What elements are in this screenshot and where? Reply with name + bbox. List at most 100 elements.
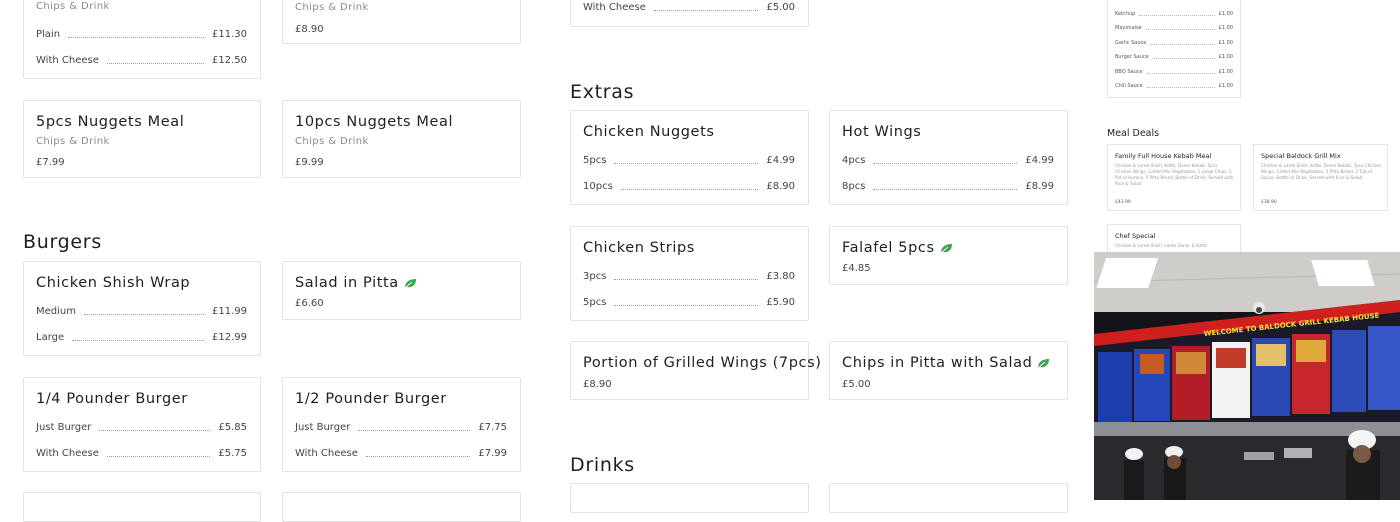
sauces-panel: Ketchup £1.00 Mayonaise £1.00 Garlic Sauce… <box>1107 0 1241 98</box>
sauce-price: £1.00 <box>1218 11 1233 17</box>
menu-item-card[interactable]: 10pcs Nuggets Meal Chips & Drink £9.99 <box>282 100 521 178</box>
sauce-label: BBQ Sauce <box>1115 69 1143 75</box>
item-title: Portion of Grilled Wings (7pcs) <box>583 355 822 371</box>
menu-item-card[interactable]: Chips & Drink Plain £11.30 With Cheese £12… <box>23 0 261 79</box>
option-price: £3.80 <box>766 270 795 282</box>
option-row[interactable]: 5pcs £4.99 <box>583 153 795 167</box>
sauce-label: Burger Sauce <box>1115 54 1149 60</box>
option-label: Medium <box>36 305 76 317</box>
option-row[interactable]: With Cheese £12.50 <box>36 53 247 67</box>
item-title-text: Salad in Pitta <box>295 275 399 291</box>
option-price: £7.99 <box>478 447 507 459</box>
menu-item-card[interactable]: Hot Wings 4pcs £4.99 8pcs £8.99 <box>829 110 1068 205</box>
option-label: Plain <box>36 28 61 40</box>
menu-item-card[interactable] <box>282 492 521 522</box>
item-title: 10pcs Nuggets Meal <box>295 114 454 130</box>
item-price: £6.60 <box>295 298 324 309</box>
item-title: Salad in Pitta <box>295 275 417 291</box>
item-title: Chicken Strips <box>583 240 695 256</box>
item-price: £9.99 <box>295 157 324 168</box>
deal-description: Chicken & Lamb Shish, Kofte, Doner Kebab… <box>1261 163 1382 180</box>
option-row[interactable]: 10pcs £8.90 <box>583 179 795 193</box>
deal-title: Family Full House Kebab Meal <box>1115 152 1212 160</box>
item-title: 5pcs Nuggets Meal <box>36 114 185 130</box>
menu-item-card[interactable]: Falafel 5pcs £4.85 <box>829 226 1068 285</box>
menu-item-card[interactable] <box>829 483 1068 513</box>
option-label: With Cheese <box>295 447 358 459</box>
option-label: Large <box>36 331 65 343</box>
item-price: £8.90 <box>583 379 612 390</box>
menu-item-card[interactable]: Chicken Nuggets 5pcs £4.99 10pcs £8.90 <box>570 110 809 205</box>
menu-item-card[interactable] <box>570 483 809 513</box>
option-price: £8.90 <box>766 180 795 192</box>
option-row[interactable]: Just Burger £7.75 <box>295 420 507 434</box>
sauce-row: BBQ Sauce £1.00 <box>1115 68 1233 76</box>
option-label: 5pcs <box>583 296 607 308</box>
option-price: £4.99 <box>1025 154 1054 166</box>
section-heading-extras: Extras <box>570 81 635 103</box>
sauce-label: Mayonaise <box>1115 25 1142 31</box>
option-label: 4pcs <box>842 154 866 166</box>
shop-interior-illustration: WELCOME TO BALDOCK GRILL KEBAB HOUSE <box>1094 252 1400 500</box>
item-subtitle: Chips & Drink <box>36 136 110 147</box>
menu-item-card[interactable]: 1/4 Pounder Burger Just Burger £5.85 With… <box>23 377 261 472</box>
option-row[interactable]: Plain £11.30 <box>36 27 247 41</box>
menu-item-card[interactable]: Chips & Drink £8.90 <box>282 0 521 44</box>
menu-item-card[interactable]: 1/2 Pounder Burger Just Burger £7.75 With… <box>282 377 521 472</box>
option-row[interactable]: With Cheese £7.99 <box>295 446 507 460</box>
option-row[interactable]: Large £12.99 <box>36 330 247 344</box>
option-price: £5.00 <box>766 1 795 13</box>
item-title: Chips in Pitta with Salad <box>842 355 1050 371</box>
option-price: £5.90 <box>766 296 795 308</box>
option-price: £12.50 <box>212 54 247 66</box>
sauce-label: Garlic Sauce <box>1115 40 1147 46</box>
item-title: Chicken Nuggets <box>583 124 715 140</box>
sauce-row: Chili Sauce £1.00 <box>1115 82 1233 90</box>
option-row[interactable]: Just Burger £5.85 <box>36 420 247 434</box>
menu-item-card[interactable]: Chicken Shish Wrap Medium £11.99 Large £12… <box>23 261 261 356</box>
option-price: £8.99 <box>1025 180 1054 192</box>
menu-item-card[interactable]: Chicken Strips 3pcs £3.80 5pcs £5.90 <box>570 226 809 321</box>
shop-interior-photo: WELCOME TO BALDOCK GRILL KEBAB HOUSE <box>1094 252 1400 500</box>
sauce-row: Burger Sauce £1.00 <box>1115 53 1233 61</box>
option-label: 5pcs <box>583 154 607 166</box>
meal-deal-card[interactable]: Family Full House Kebab Meal Chicken & L… <box>1107 144 1241 211</box>
sauce-label: Chili Sauce <box>1115 83 1143 89</box>
meal-deal-card[interactable]: Special Baldock Grill Mix Chicken & Lamb… <box>1253 144 1388 211</box>
sauce-price: £1.00 <box>1218 69 1233 75</box>
menu-item-card[interactable]: Chips in Pitta with Salad £5.00 <box>829 341 1068 400</box>
option-row[interactable]: 5pcs £5.90 <box>583 295 795 309</box>
option-row[interactable]: With Cheese £5.00 <box>583 0 795 14</box>
section-heading-drinks: Drinks <box>570 454 635 476</box>
option-row[interactable]: 4pcs £4.99 <box>842 153 1054 167</box>
menu-item-card[interactable]: With Cheese £5.00 <box>570 0 809 27</box>
option-row[interactable]: Medium £11.99 <box>36 304 247 318</box>
item-price: £4.85 <box>842 263 871 274</box>
option-row[interactable]: With Cheese £5.75 <box>36 446 247 460</box>
option-label: Just Burger <box>36 421 92 433</box>
item-subtitle: Chips & Drink <box>36 1 110 12</box>
menu-item-card[interactable]: Portion of Grilled Wings (7pcs) £8.90 <box>570 341 821 400</box>
option-price: £5.75 <box>218 447 247 459</box>
menu-item-card[interactable]: Salad in Pitta £6.60 <box>282 261 521 320</box>
menu-item-card[interactable] <box>23 492 261 522</box>
sauce-price: £1.00 <box>1218 25 1233 31</box>
deal-price: £43.99 <box>1115 200 1131 205</box>
option-label: With Cheese <box>583 1 646 13</box>
option-price: £11.99 <box>212 305 247 317</box>
option-row[interactable]: 8pcs £8.99 <box>842 179 1054 193</box>
sauce-price: £1.00 <box>1218 40 1233 46</box>
sauce-row: Ketchup £1.00 <box>1115 10 1233 18</box>
deal-price: £38.90 <box>1261 200 1277 205</box>
option-label: Just Burger <box>295 421 351 433</box>
vegetarian-leaf-icon <box>940 243 952 253</box>
option-price: £11.30 <box>212 28 247 40</box>
option-row[interactable]: 3pcs £3.80 <box>583 269 795 283</box>
deal-title: Special Baldock Grill Mix <box>1261 152 1341 160</box>
item-price: £8.90 <box>295 24 324 35</box>
item-title: 1/2 Pounder Burger <box>295 391 447 407</box>
menu-item-card[interactable]: 5pcs Nuggets Meal Chips & Drink £7.99 <box>23 100 261 178</box>
item-title: 1/4 Pounder Burger <box>36 391 188 407</box>
item-title: Chicken Shish Wrap <box>36 275 191 291</box>
item-title: Hot Wings <box>842 124 922 140</box>
